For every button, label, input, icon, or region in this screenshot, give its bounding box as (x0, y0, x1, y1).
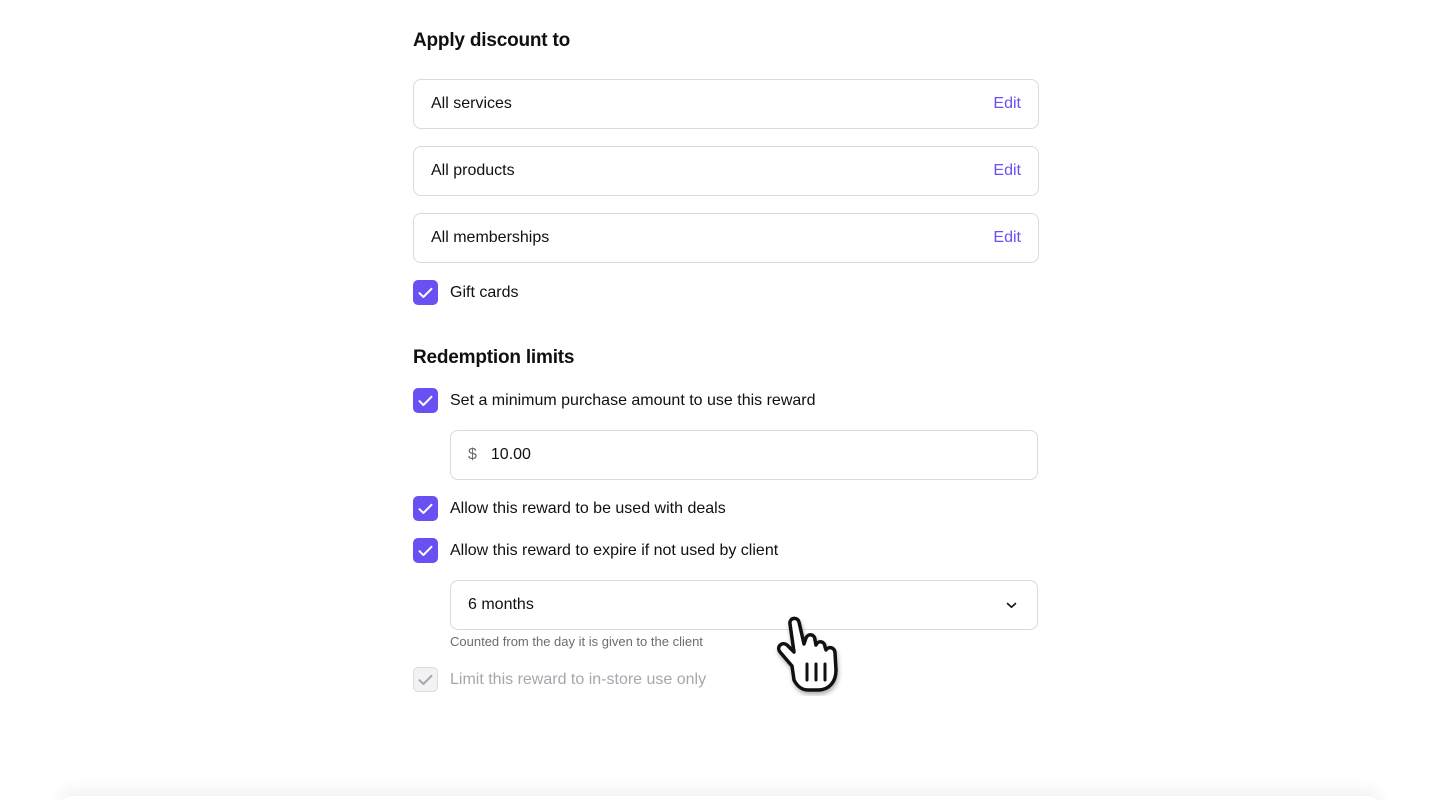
gift-cards-checkbox[interactable] (413, 280, 438, 305)
expire-label: Allow this reward to expire if not used … (450, 541, 779, 559)
min-purchase-amount-input[interactable]: $ 10.00 (450, 430, 1038, 480)
page: Apply discount to All services Edit All … (0, 0, 1440, 800)
currency-symbol: $ (468, 446, 477, 463)
expiry-period-value: 6 months (468, 596, 534, 613)
min-purchase-option: Set a minimum purchase amount to use thi… (413, 388, 816, 413)
scope-row-products: All products Edit (413, 146, 1039, 196)
checkmark-icon (418, 395, 433, 406)
footer-bar-edge (60, 796, 1380, 800)
gift-cards-option: Gift cards (413, 280, 518, 305)
expire-checkbox[interactable] (413, 538, 438, 563)
scope-label-products: All products (431, 162, 515, 179)
edit-services-link[interactable]: Edit (993, 95, 1021, 113)
scope-row-services: All services Edit (413, 79, 1039, 129)
min-purchase-label: Set a minimum purchase amount to use thi… (450, 391, 816, 409)
checkmark-icon (418, 287, 433, 298)
gift-cards-label: Gift cards (450, 283, 519, 301)
expiry-period-select[interactable]: 6 months (450, 580, 1038, 630)
in-store-label: Limit this reward to in-store use only (450, 670, 707, 688)
apply-discount-title: Apply discount to (413, 30, 571, 51)
chevron-down-icon (1006, 602, 1017, 609)
checkmark-icon (418, 503, 433, 514)
deals-option: Allow this reward to be used with deals (413, 496, 726, 521)
deals-label: Allow this reward to be used with deals (450, 499, 726, 517)
in-store-option: Limit this reward to in-store use only (413, 667, 706, 692)
redemption-limits-title: Redemption limits (413, 347, 575, 368)
amount-value: 10.00 (490, 446, 531, 463)
scope-label-memberships: All memberships (431, 229, 550, 246)
edit-memberships-link[interactable]: Edit (993, 229, 1021, 247)
checkmark-icon (418, 674, 433, 685)
hand-pointer-icon (776, 616, 838, 692)
expiry-helper-text: Counted from the day it is given to the … (450, 634, 703, 649)
edit-products-link[interactable]: Edit (993, 162, 1021, 180)
min-purchase-checkbox[interactable] (413, 388, 438, 413)
deals-checkbox[interactable] (413, 496, 438, 521)
scope-row-memberships: All memberships Edit (413, 213, 1039, 263)
in-store-checkbox[interactable] (413, 667, 438, 692)
checkmark-icon (418, 545, 433, 556)
expire-option: Allow this reward to expire if not used … (413, 538, 778, 563)
scope-label-services: All services (431, 95, 512, 112)
